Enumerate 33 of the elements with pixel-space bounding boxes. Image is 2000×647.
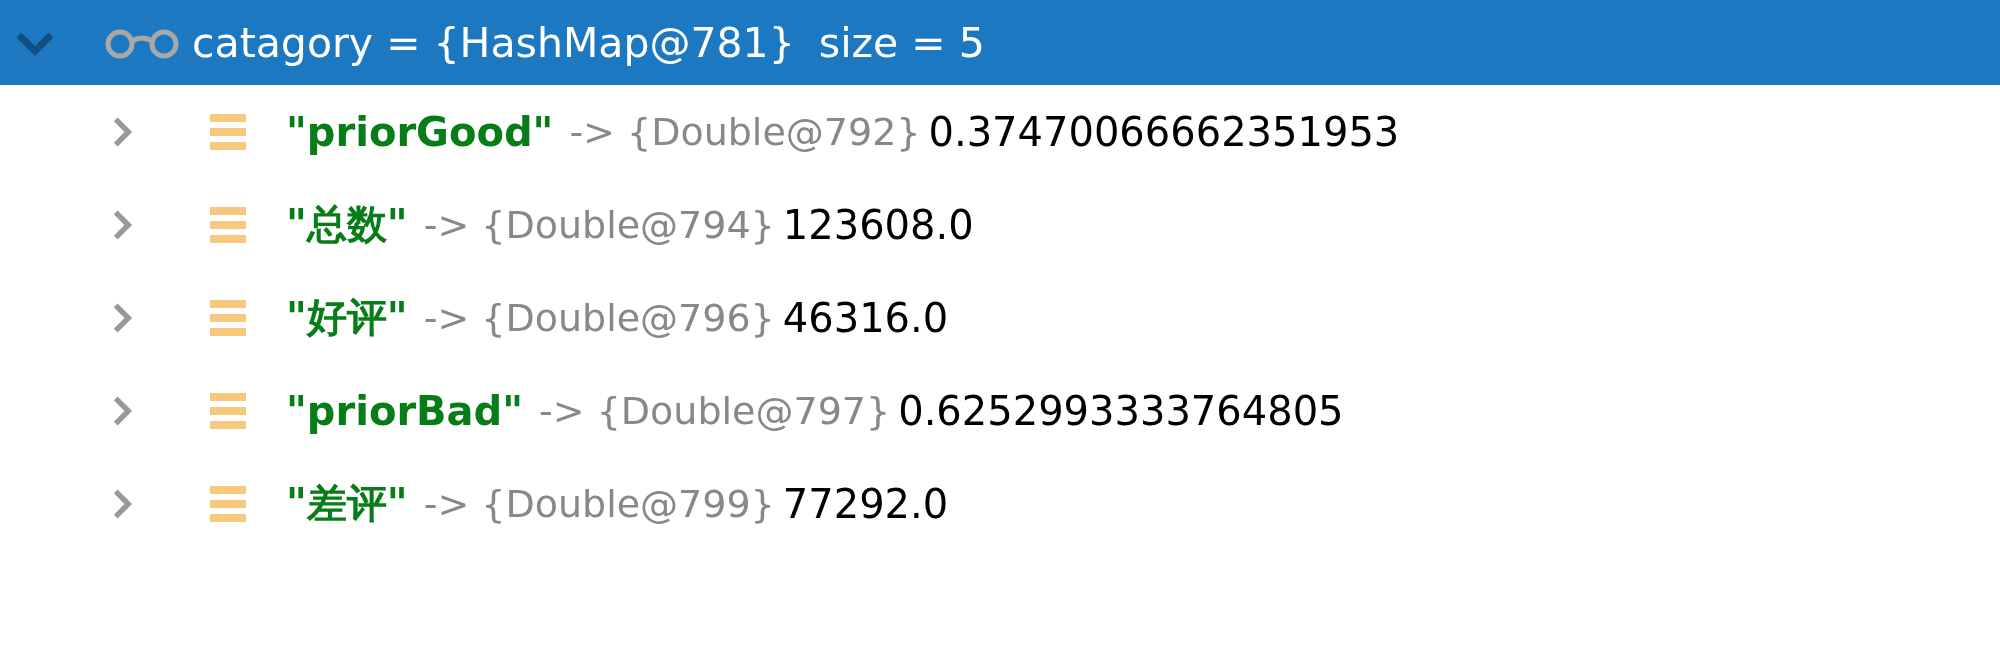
arrow-text: -> (423, 295, 470, 340)
entry-key: "priorGood" (286, 108, 554, 155)
size-label: size = 5 (818, 18, 985, 67)
arrow-text: -> (423, 481, 470, 526)
list-icon (210, 299, 246, 336)
entry-value: 0.6252993333764805 (898, 387, 1344, 434)
object-reference: {Double@797} (596, 388, 891, 433)
entry-row[interactable]: "差评" -> {Double@799} 77292.0 (0, 457, 2000, 550)
object-reference: {Double@792} (626, 109, 921, 154)
entry-key: "差评" (286, 476, 408, 531)
object-reference: {Double@796} (481, 295, 775, 340)
entry-value: 46316.0 (782, 294, 949, 341)
entry-value: 0.37470066662351953 (928, 108, 1400, 155)
entry-value: 77292.0 (782, 480, 949, 527)
object-reference: {Double@799} (481, 481, 775, 526)
entry-value: 123608.0 (782, 201, 974, 248)
entry-row[interactable]: "priorBad" -> {Double@797} 0.6252993333764805 (0, 364, 2000, 457)
entry-row[interactable]: "好评" -> {Double@796} 46316.0 (0, 271, 2000, 364)
variable-label: catagory = {HashMap@781} (192, 18, 795, 67)
entry-key: "priorBad" (286, 387, 524, 434)
list-icon (210, 113, 246, 150)
list-icon (210, 485, 246, 522)
list-icon (210, 392, 246, 429)
arrow-text: -> (539, 388, 585, 433)
list-icon (210, 206, 246, 243)
arrow-text: -> (569, 109, 615, 154)
variable-row[interactable]: catagory = {HashMap@781} size = 5 (0, 0, 2000, 85)
entry-key: "总数" (286, 197, 408, 252)
object-reference: {Double@794} (481, 202, 775, 247)
entry-key: "好评" (286, 290, 408, 345)
entry-row[interactable]: "priorGood" -> {Double@792} 0.37470066662351953 (0, 85, 2000, 178)
arrow-text: -> (423, 202, 470, 247)
entry-row[interactable]: "总数" -> {Double@794} 123608.0 (0, 178, 2000, 271)
